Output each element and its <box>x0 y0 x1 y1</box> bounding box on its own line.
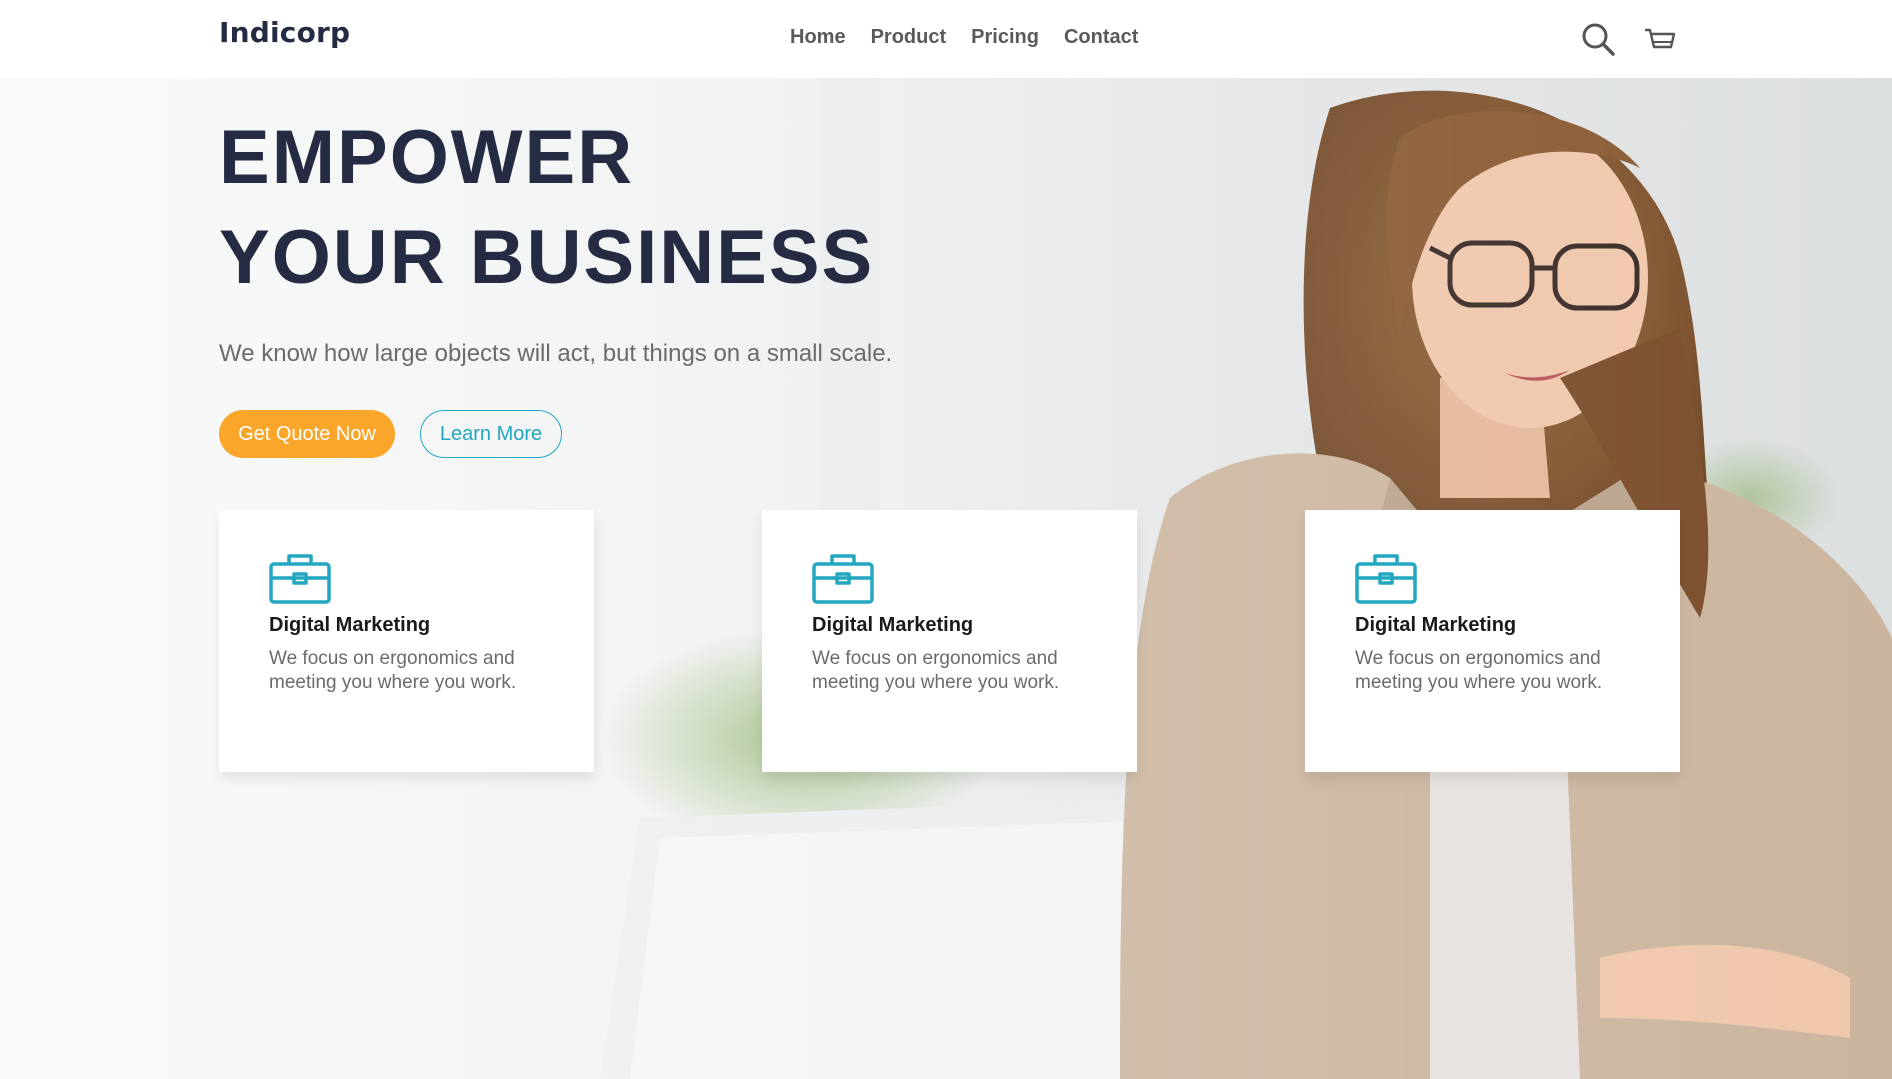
hero-headline: EMPOWER YOUR BUSINESS <box>219 108 874 308</box>
feature-card-title: Digital Marketing <box>269 614 431 636</box>
nav-link-contact[interactable]: Contact <box>1064 26 1138 49</box>
feature-card-text: We focus on ergonomics and meeting you w… <box>1355 648 1603 693</box>
feature-card: Digital Marketing We focus on ergonomics… <box>219 510 594 772</box>
learn-more-button[interactable]: Learn More <box>420 410 562 458</box>
hero-headline-line-2: YOUR BUSINESS <box>219 215 875 300</box>
landing-page: Indicorp Home Product Pricing Contact EM… <box>0 0 1892 1079</box>
briefcase-icon <box>812 554 874 604</box>
hero-subtitle: We know how large objects will act, but … <box>219 340 893 367</box>
get-quote-button[interactable]: Get Quote Now <box>219 410 395 458</box>
feature-card-title: Digital Marketing <box>812 614 974 636</box>
hero-headline-line-1: EMPOWER <box>219 115 635 200</box>
brand-logo[interactable]: Indicorp <box>219 16 350 49</box>
feature-card: Digital Marketing We focus on ergonomics… <box>762 510 1137 772</box>
feature-card: Digital Marketing We focus on ergonomics… <box>1305 510 1680 772</box>
nav-links: Home Product Pricing Contact <box>790 26 1138 49</box>
search-button[interactable] <box>1579 20 1619 60</box>
nav-link-pricing[interactable]: Pricing <box>971 26 1039 49</box>
briefcase-icon <box>1355 554 1417 604</box>
nav-link-home[interactable]: Home <box>790 26 846 49</box>
navbar: Indicorp Home Product Pricing Contact <box>0 0 1892 78</box>
cart-button[interactable] <box>1640 20 1680 60</box>
feature-card-title: Digital Marketing <box>1355 614 1517 636</box>
feature-card-text: We focus on ergonomics and meeting you w… <box>269 648 517 693</box>
feature-card-text: We focus on ergonomics and meeting you w… <box>812 648 1060 693</box>
nav-link-product[interactable]: Product <box>871 26 947 49</box>
cart-icon <box>1644 28 1676 49</box>
search-icon <box>1582 23 1615 56</box>
briefcase-icon <box>269 554 331 604</box>
